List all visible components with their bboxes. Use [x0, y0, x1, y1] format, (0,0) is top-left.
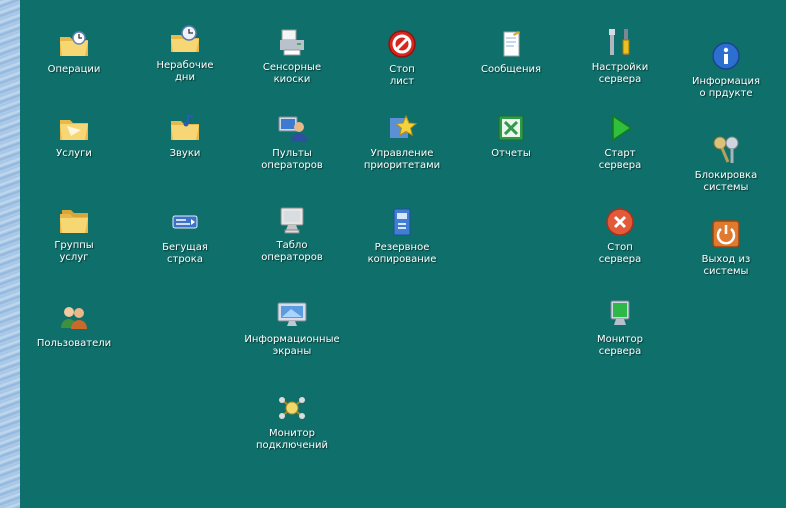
item-label: Звуки	[169, 148, 201, 159]
desktop-icon-non-working-days[interactable]: Нерабочие дни	[130, 24, 240, 84]
priority-star-icon	[386, 112, 418, 144]
item-label: Пользователи	[36, 338, 112, 349]
desktop-icon-server-settings[interactable]: Настройки сервера	[565, 26, 675, 86]
desktop-icon-sounds[interactable]: Звуки	[130, 112, 240, 160]
item-label: Монитор сервера	[596, 334, 644, 357]
info-icon	[710, 40, 742, 72]
power-icon	[710, 218, 742, 250]
item-label: Выход из системы	[701, 254, 751, 277]
desktop-icon-ticker[interactable]: Бегущая строка	[130, 206, 240, 266]
item-label: Резервное копирование	[367, 242, 437, 265]
item-label: Бегущая строка	[162, 242, 208, 265]
item-label: Операции	[47, 64, 101, 75]
item-label: Управление приоритетами	[363, 148, 441, 171]
users-icon	[58, 302, 90, 334]
monitor-icon	[276, 204, 308, 236]
operator-console-icon	[276, 112, 308, 144]
desktop-icon-info-screens[interactable]: Информационные экраны	[237, 298, 347, 358]
server-monitor-icon	[604, 298, 636, 330]
folder-clock-icon	[169, 24, 201, 56]
desktop-icon-operations[interactable]: Операции	[19, 28, 129, 76]
keys-icon	[710, 134, 742, 166]
folder-icon	[58, 112, 90, 144]
item-label: Настройки сервера	[591, 62, 649, 85]
desktop-icon-messages[interactable]: Сообщения	[456, 28, 566, 76]
music-folder-icon	[169, 112, 201, 144]
desktop-icon-logout[interactable]: Выход из системы	[671, 218, 781, 278]
kiosk-printer-icon	[276, 26, 308, 58]
desktop-icon-product-info[interactable]: Информация о прдукте	[671, 40, 781, 100]
excel-report-icon	[495, 112, 527, 144]
desktop-icon-touch-kiosks[interactable]: Сенсорные киоски	[237, 26, 347, 86]
item-label: Группы услуг	[54, 240, 94, 263]
desktop-icon-lock-system[interactable]: Блокировка системы	[671, 134, 781, 194]
item-label: Пульты операторов	[261, 148, 323, 171]
close-circle-icon	[604, 206, 636, 238]
backup-icon	[386, 206, 418, 238]
desktop-icon-stop-list[interactable]: Стоп лист	[347, 28, 457, 88]
desktop-icon-reports[interactable]: Отчеты	[456, 112, 566, 160]
item-label: Блокировка системы	[694, 170, 758, 193]
folder-group-icon	[58, 204, 90, 236]
notepad-icon	[495, 28, 527, 60]
desktop-icon-users[interactable]: Пользователи	[19, 302, 129, 350]
tools-icon	[604, 26, 636, 58]
item-label: Монитор подключений	[255, 428, 329, 451]
desktop-icon-backup[interactable]: Резервное копирование	[347, 206, 457, 266]
desktop-icon-service-groups[interactable]: Группы услуг	[19, 204, 129, 264]
folder-clock-icon	[58, 28, 90, 60]
desktop-icon-server-monitor[interactable]: Монитор сервера	[565, 298, 675, 358]
item-label: Нерабочие дни	[156, 60, 214, 83]
item-label: Табло операторов	[261, 240, 323, 263]
desktop-icon-operator-consoles[interactable]: Пульты операторов	[237, 112, 347, 172]
item-label: Сенсорные киоски	[262, 62, 322, 85]
desktop-area: Операции Услуги Группы услуг Пользовател…	[20, 0, 786, 508]
stop-sign-icon	[386, 28, 418, 60]
desktop-icon-services[interactable]: Услуги	[19, 112, 129, 160]
item-label: Услуги	[56, 148, 92, 159]
desktop-icon-stop-server[interactable]: Стоп сервера	[565, 206, 675, 266]
ticker-icon	[169, 206, 201, 238]
network-icon	[276, 392, 308, 424]
item-label: Стоп лист	[389, 64, 415, 87]
item-label: Сообщения	[480, 64, 541, 75]
window-edge	[0, 0, 20, 508]
desktop-icon-operator-displays[interactable]: Табло операторов	[237, 204, 347, 264]
info-screen-icon	[276, 298, 308, 330]
desktop-icon-connection-monitor[interactable]: Монитор подключений	[237, 392, 347, 452]
desktop-icon-start-server[interactable]: Старт сервера	[565, 112, 675, 172]
item-label: Старт сервера	[598, 148, 642, 171]
play-icon	[604, 112, 636, 144]
item-label: Стоп сервера	[598, 242, 642, 265]
desktop-icon-priority-management[interactable]: Управление приоритетами	[347, 112, 457, 172]
item-label: Информационные экраны	[244, 334, 340, 357]
item-label: Информация о прдукте	[691, 76, 761, 99]
item-label: Отчеты	[491, 148, 531, 159]
